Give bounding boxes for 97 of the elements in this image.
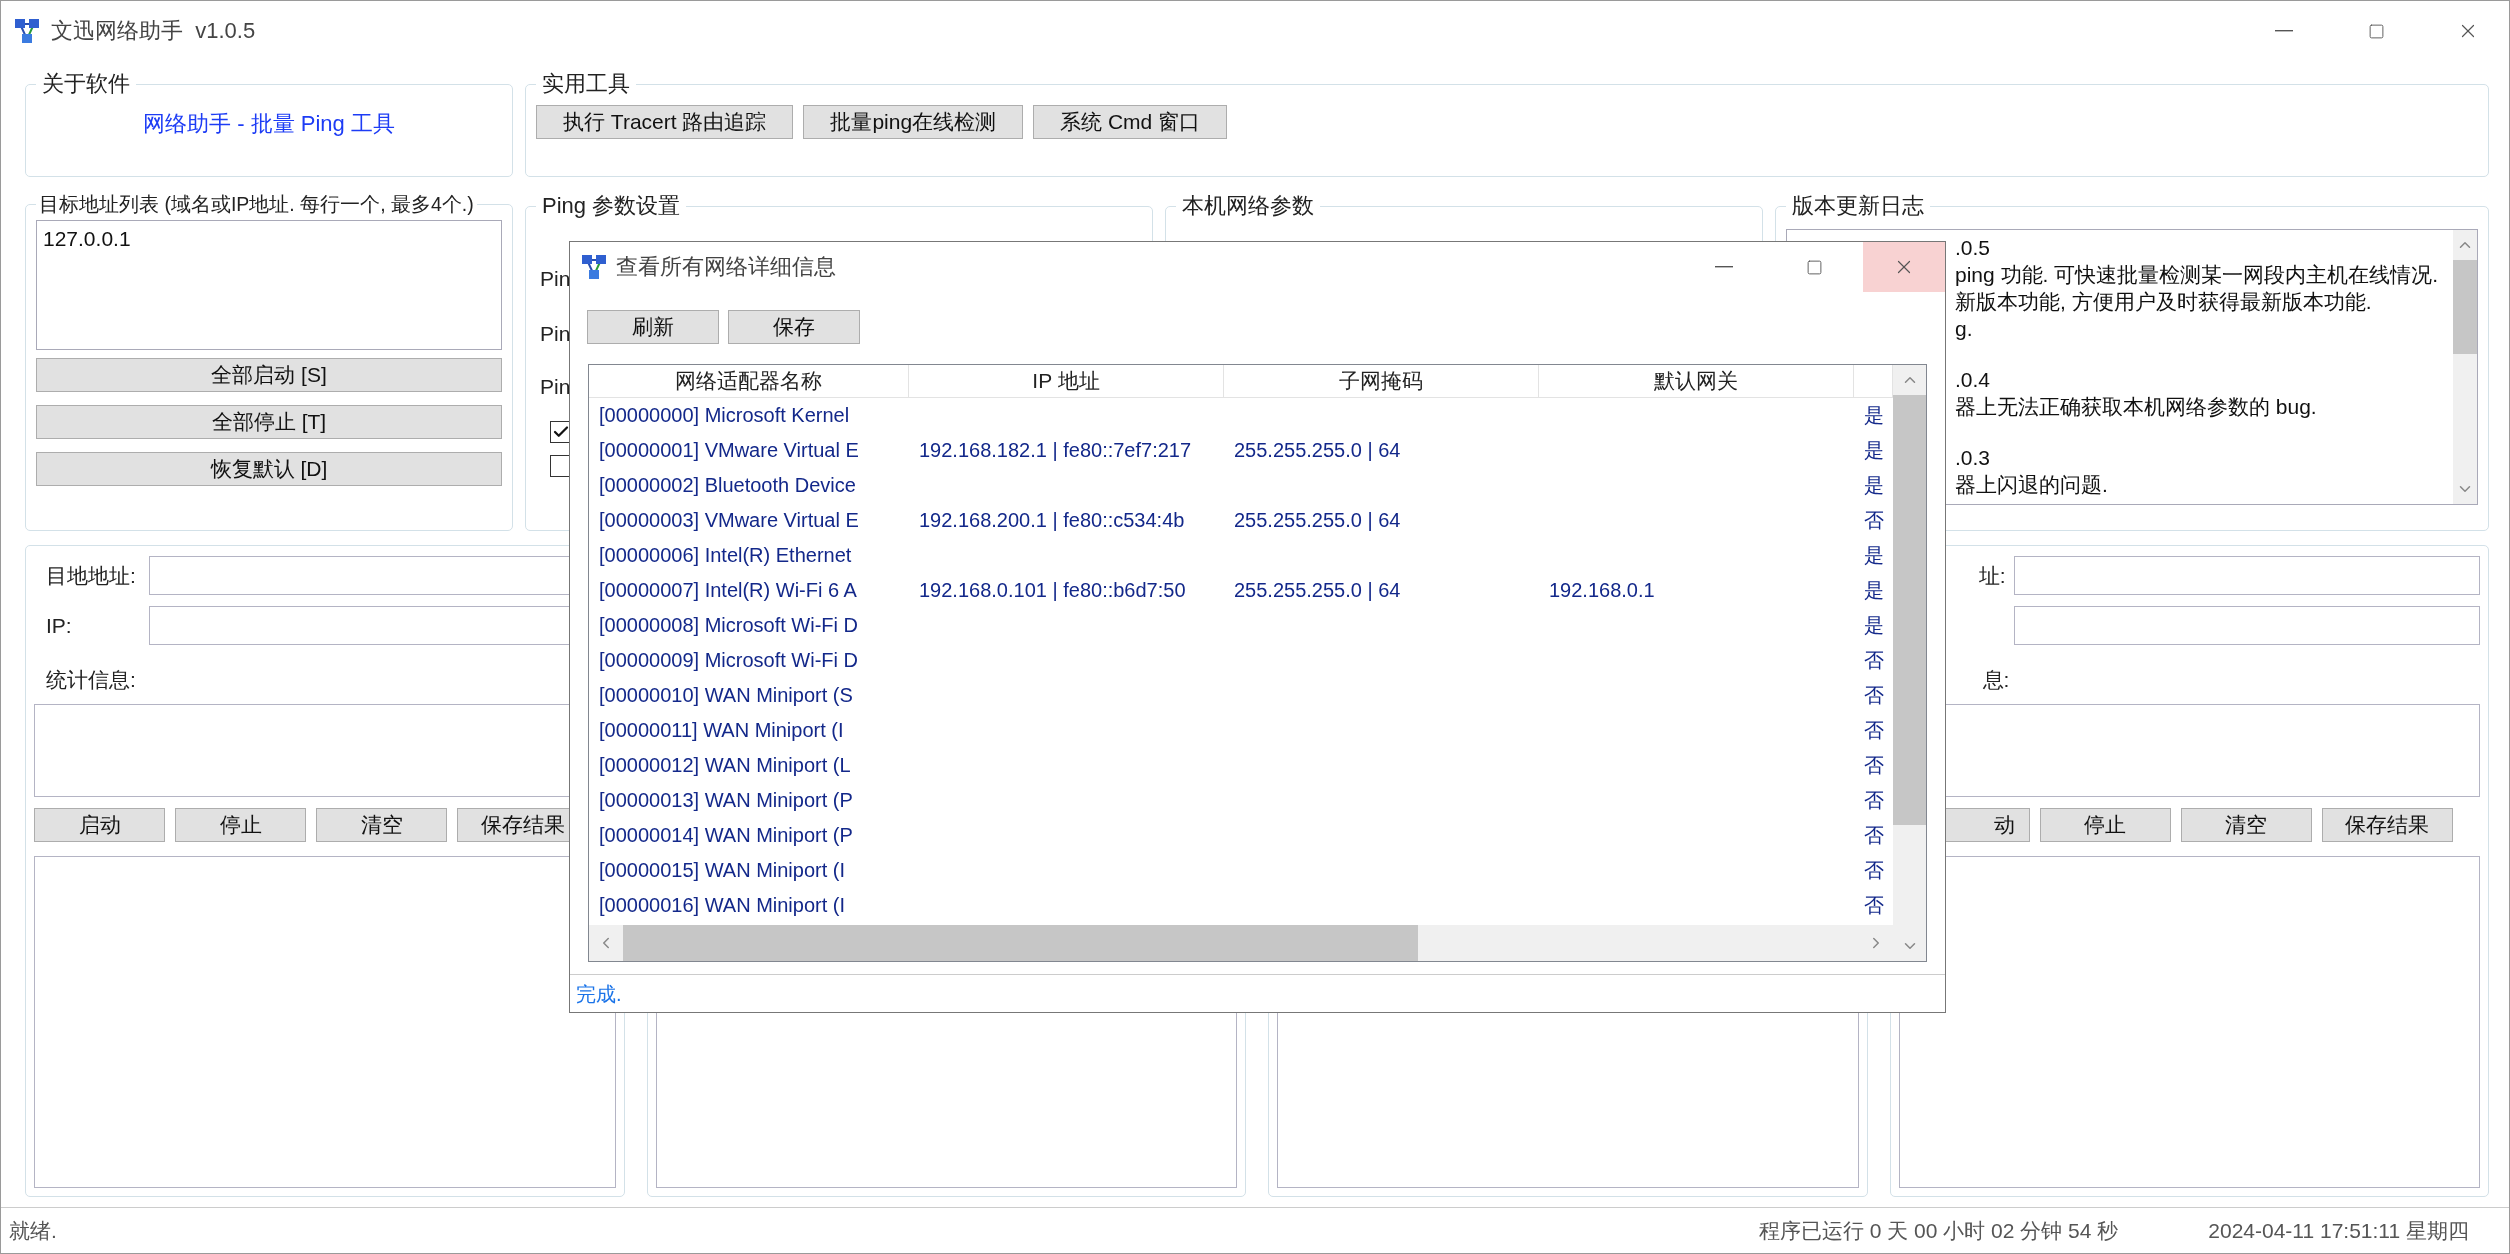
column-header[interactable]: 网络适配器名称 <box>589 365 909 398</box>
window-title: 文迅网络助手 v1.0.5 <box>51 17 256 45</box>
changelog-line: 器上无法正确获取本机网络参数的 bug. <box>1955 394 2318 420</box>
table-cell-text: [00000012] WAN Miniport (L <box>598 754 852 777</box>
table-cell-text: 192.168.0.1 <box>1548 579 1656 602</box>
group-title: 目标地址列表 (域名或IP地址. 每行一个, 最多4个.) <box>38 192 475 217</box>
panel-button[interactable]: 清空 <box>316 808 447 842</box>
table-cell-text: 否 <box>1862 753 1885 778</box>
table-cell-text: [00000016] WAN Miniport (I <box>598 894 847 917</box>
panel-button[interactable]: 清空 <box>2180 808 2312 842</box>
table-cell-text: 否 <box>1862 893 1885 918</box>
table-cell-text: 255.255.255.0 | 64 <box>1233 579 1402 602</box>
address-label: 目地地址: <box>45 562 137 589</box>
tool-button[interactable]: 系统 Cmd 窗口 <box>1033 105 1228 139</box>
checkbox[interactable] <box>550 421 572 443</box>
changelog-line: .0.5 <box>1955 235 1992 261</box>
table-cell-text: [00000001] VMware Virtual E <box>598 439 860 462</box>
maximize-icon <box>1805 258 1823 276</box>
network-icon <box>580 253 608 281</box>
changelog-line: .0.3 <box>1955 445 1992 471</box>
dialog-title: 查看所有网络详细信息 <box>616 253 836 281</box>
ip-field[interactable] <box>2013 606 2480 645</box>
table-cell-text: [00000011] WAN Miniport (I <box>598 719 845 742</box>
table-cell-text: 是 <box>1862 403 1885 428</box>
minimize-icon <box>2275 30 2293 32</box>
panel-button[interactable]: 保存结果 <box>2321 808 2453 842</box>
dialog-button[interactable]: 保存 <box>728 310 860 344</box>
table-cell-text: 192.168.200.1 | fe80::c534:4b <box>918 509 1186 532</box>
table-cell-text: [00000002] Bluetooth Device <box>598 474 857 497</box>
table-cell-text: 192.168.182.1 | fe80::7ef7:217 <box>918 439 1193 462</box>
changelog-line: 器上闪退的问题. <box>1955 472 2109 498</box>
setting-label: Pin <box>539 375 571 399</box>
changelog-line: g. <box>1955 316 1974 342</box>
dialog-button[interactable]: 刷新 <box>587 310 719 344</box>
table-cell-text: [00000003] VMware Virtual E <box>598 509 860 532</box>
about-text: 网络助手 - 批量 Ping 工具 <box>142 110 396 138</box>
table-cell-text: 否 <box>1862 648 1885 673</box>
column-header[interactable]: 默认网关 <box>1539 365 1854 398</box>
tool-button[interactable]: 批量ping在线检测 <box>803 105 1024 139</box>
table-cell-text: 否 <box>1862 508 1885 533</box>
checkbox[interactable] <box>550 455 572 477</box>
dialog-status: 完成. <box>576 983 622 1005</box>
table-cell-text: 255.255.255.0 | 64 <box>1233 509 1402 532</box>
table-cell-text: [00000000] Microsoft Kernel <box>598 404 851 427</box>
address-field[interactable] <box>2013 556 2480 595</box>
table-cell-text: [00000009] Microsoft Wi-Fi D <box>598 649 859 672</box>
table-cell-text: 192.168.0.101 | fe80::b6d7:50 <box>918 579 1187 602</box>
panel-button[interactable]: 停止 <box>2039 808 2171 842</box>
action-button[interactable]: 恢复默认 [D] <box>36 452 502 486</box>
group-title: 本机网络参数 <box>1181 192 1315 220</box>
table-cell-text: 是 <box>1862 578 1885 603</box>
ip-label: IP: <box>45 613 73 638</box>
setting-label: Pin <box>539 322 571 346</box>
table-cell-text: [00000006] Intel(R) Ethernet <box>598 544 853 567</box>
column-header[interactable]: 子网掩码 <box>1224 365 1539 398</box>
table-cell-text: 否 <box>1862 788 1885 813</box>
clock-text: 2024-04-11 17:51:11 星期四 <box>2208 1217 2469 1244</box>
table-cell-text: [00000015] WAN Miniport (I <box>598 859 847 882</box>
table-cell-text: 否 <box>1862 823 1885 848</box>
action-button[interactable]: 全部启动 [S] <box>36 358 502 392</box>
panel-button[interactable]: 停止 <box>175 808 306 842</box>
changelog-line: ping 功能. 可快速批量检测某一网段内主机在线情况. <box>1955 262 2440 288</box>
action-button[interactable]: 全部停止 [T] <box>36 405 502 439</box>
stats-label: 息: <box>1981 667 2011 693</box>
address-list-field[interactable]: 127.0.0.1 <box>36 220 502 350</box>
table-cell-text: [00000013] WAN Miniport (P <box>598 789 854 812</box>
setting-label: Pin <box>539 267 571 291</box>
group-title: 版本更新日志 <box>1791 192 1925 220</box>
scrollbar[interactable] <box>1893 365 1926 961</box>
panel-button[interactable]: 启动 <box>34 808 165 842</box>
scrollbar[interactable] <box>2453 230 2477 504</box>
table-cell-text: [00000010] WAN Miniport (S <box>598 684 854 707</box>
uptime-text: 程序已运行 0 天 00 小时 02 分钟 54 秒 <box>1758 1217 2119 1244</box>
maximize-icon <box>2367 22 2385 40</box>
minimize-icon <box>1715 266 1733 268</box>
table-cell-text: 是 <box>1862 543 1885 568</box>
group-title: 实用工具 <box>541 70 631 98</box>
table-cell-text: [00000008] Microsoft Wi-Fi D <box>598 614 859 637</box>
table-cell-text: 是 <box>1862 438 1885 463</box>
network-icon <box>13 17 41 45</box>
table-cell-text: 255.255.255.0 | 64 <box>1233 439 1402 462</box>
table-cell-text: 否 <box>1862 858 1885 883</box>
address-label: 址: <box>1977 562 2007 589</box>
group-title: 关于软件 <box>41 70 131 98</box>
table-cell-text: 是 <box>1862 613 1885 638</box>
changelog-line: 新版本功能, 方便用户及时获得最新版本功能. <box>1955 289 2373 315</box>
table-cell-text: 否 <box>1862 683 1885 708</box>
table-cell-text: 是 <box>1862 473 1885 498</box>
table-cell-text: [00000007] Intel(R) Wi-Fi 6 A <box>598 579 858 602</box>
column-header[interactable]: IP 地址 <box>909 365 1224 398</box>
group-title: Ping 参数设置 <box>541 192 682 220</box>
tool-button[interactable]: 执行 Tracert 路由追踪 <box>536 105 794 139</box>
scrollbar[interactable] <box>589 925 1893 961</box>
status-message: 就绪. <box>9 1217 57 1244</box>
changelog-line: .0.4 <box>1955 367 1992 393</box>
table-cell-text: 否 <box>1862 718 1885 743</box>
table-cell-text: [00000014] WAN Miniport (P <box>598 824 854 847</box>
